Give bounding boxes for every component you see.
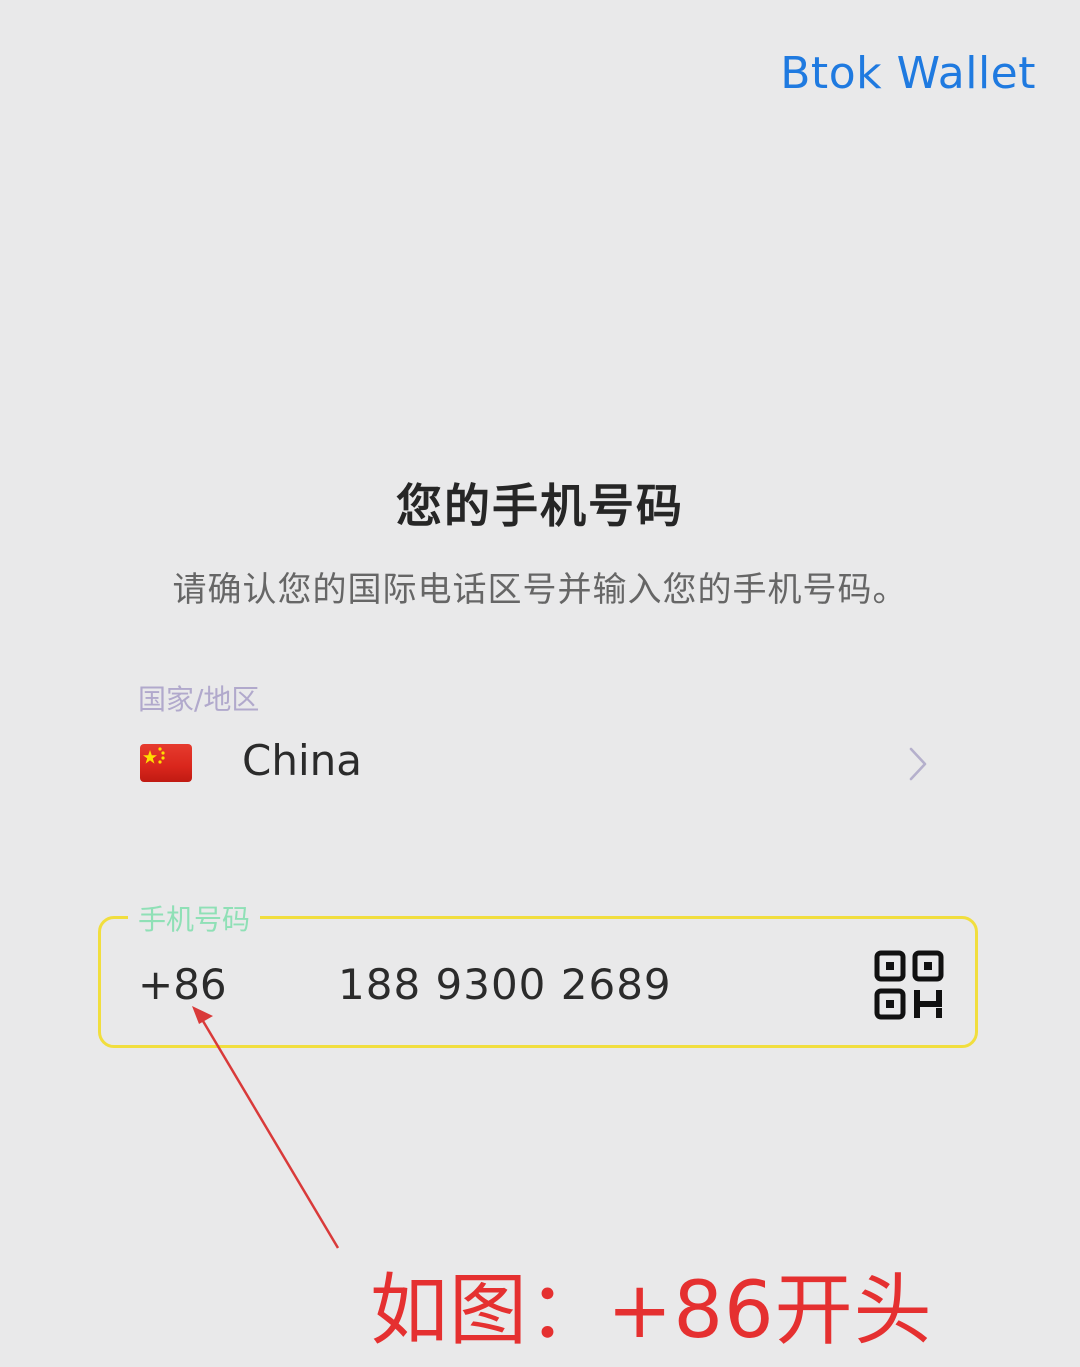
phone-number-input[interactable]: 188 9300 2689 [338, 960, 672, 1009]
country-selector[interactable]: China [138, 730, 938, 800]
dial-code: +86 [138, 960, 227, 1009]
btok-wallet-link[interactable]: Btok Wallet [780, 48, 1036, 99]
cn-flag-icon [140, 744, 192, 782]
phone-field-label: 手机号码 [128, 898, 261, 938]
annotation-caption: 如图：+86开头 [370, 1266, 933, 1356]
qr-scan-icon[interactable] [874, 950, 944, 1020]
page-subtitle: 请确认您的国际电话区号并输入您的手机号码。 [172, 570, 908, 610]
chevron-right-icon [909, 747, 927, 781]
page-title: 您的手机号码 [396, 479, 684, 533]
country-name: China [242, 736, 362, 785]
country-field-label: 国家/地区 [138, 683, 260, 716]
